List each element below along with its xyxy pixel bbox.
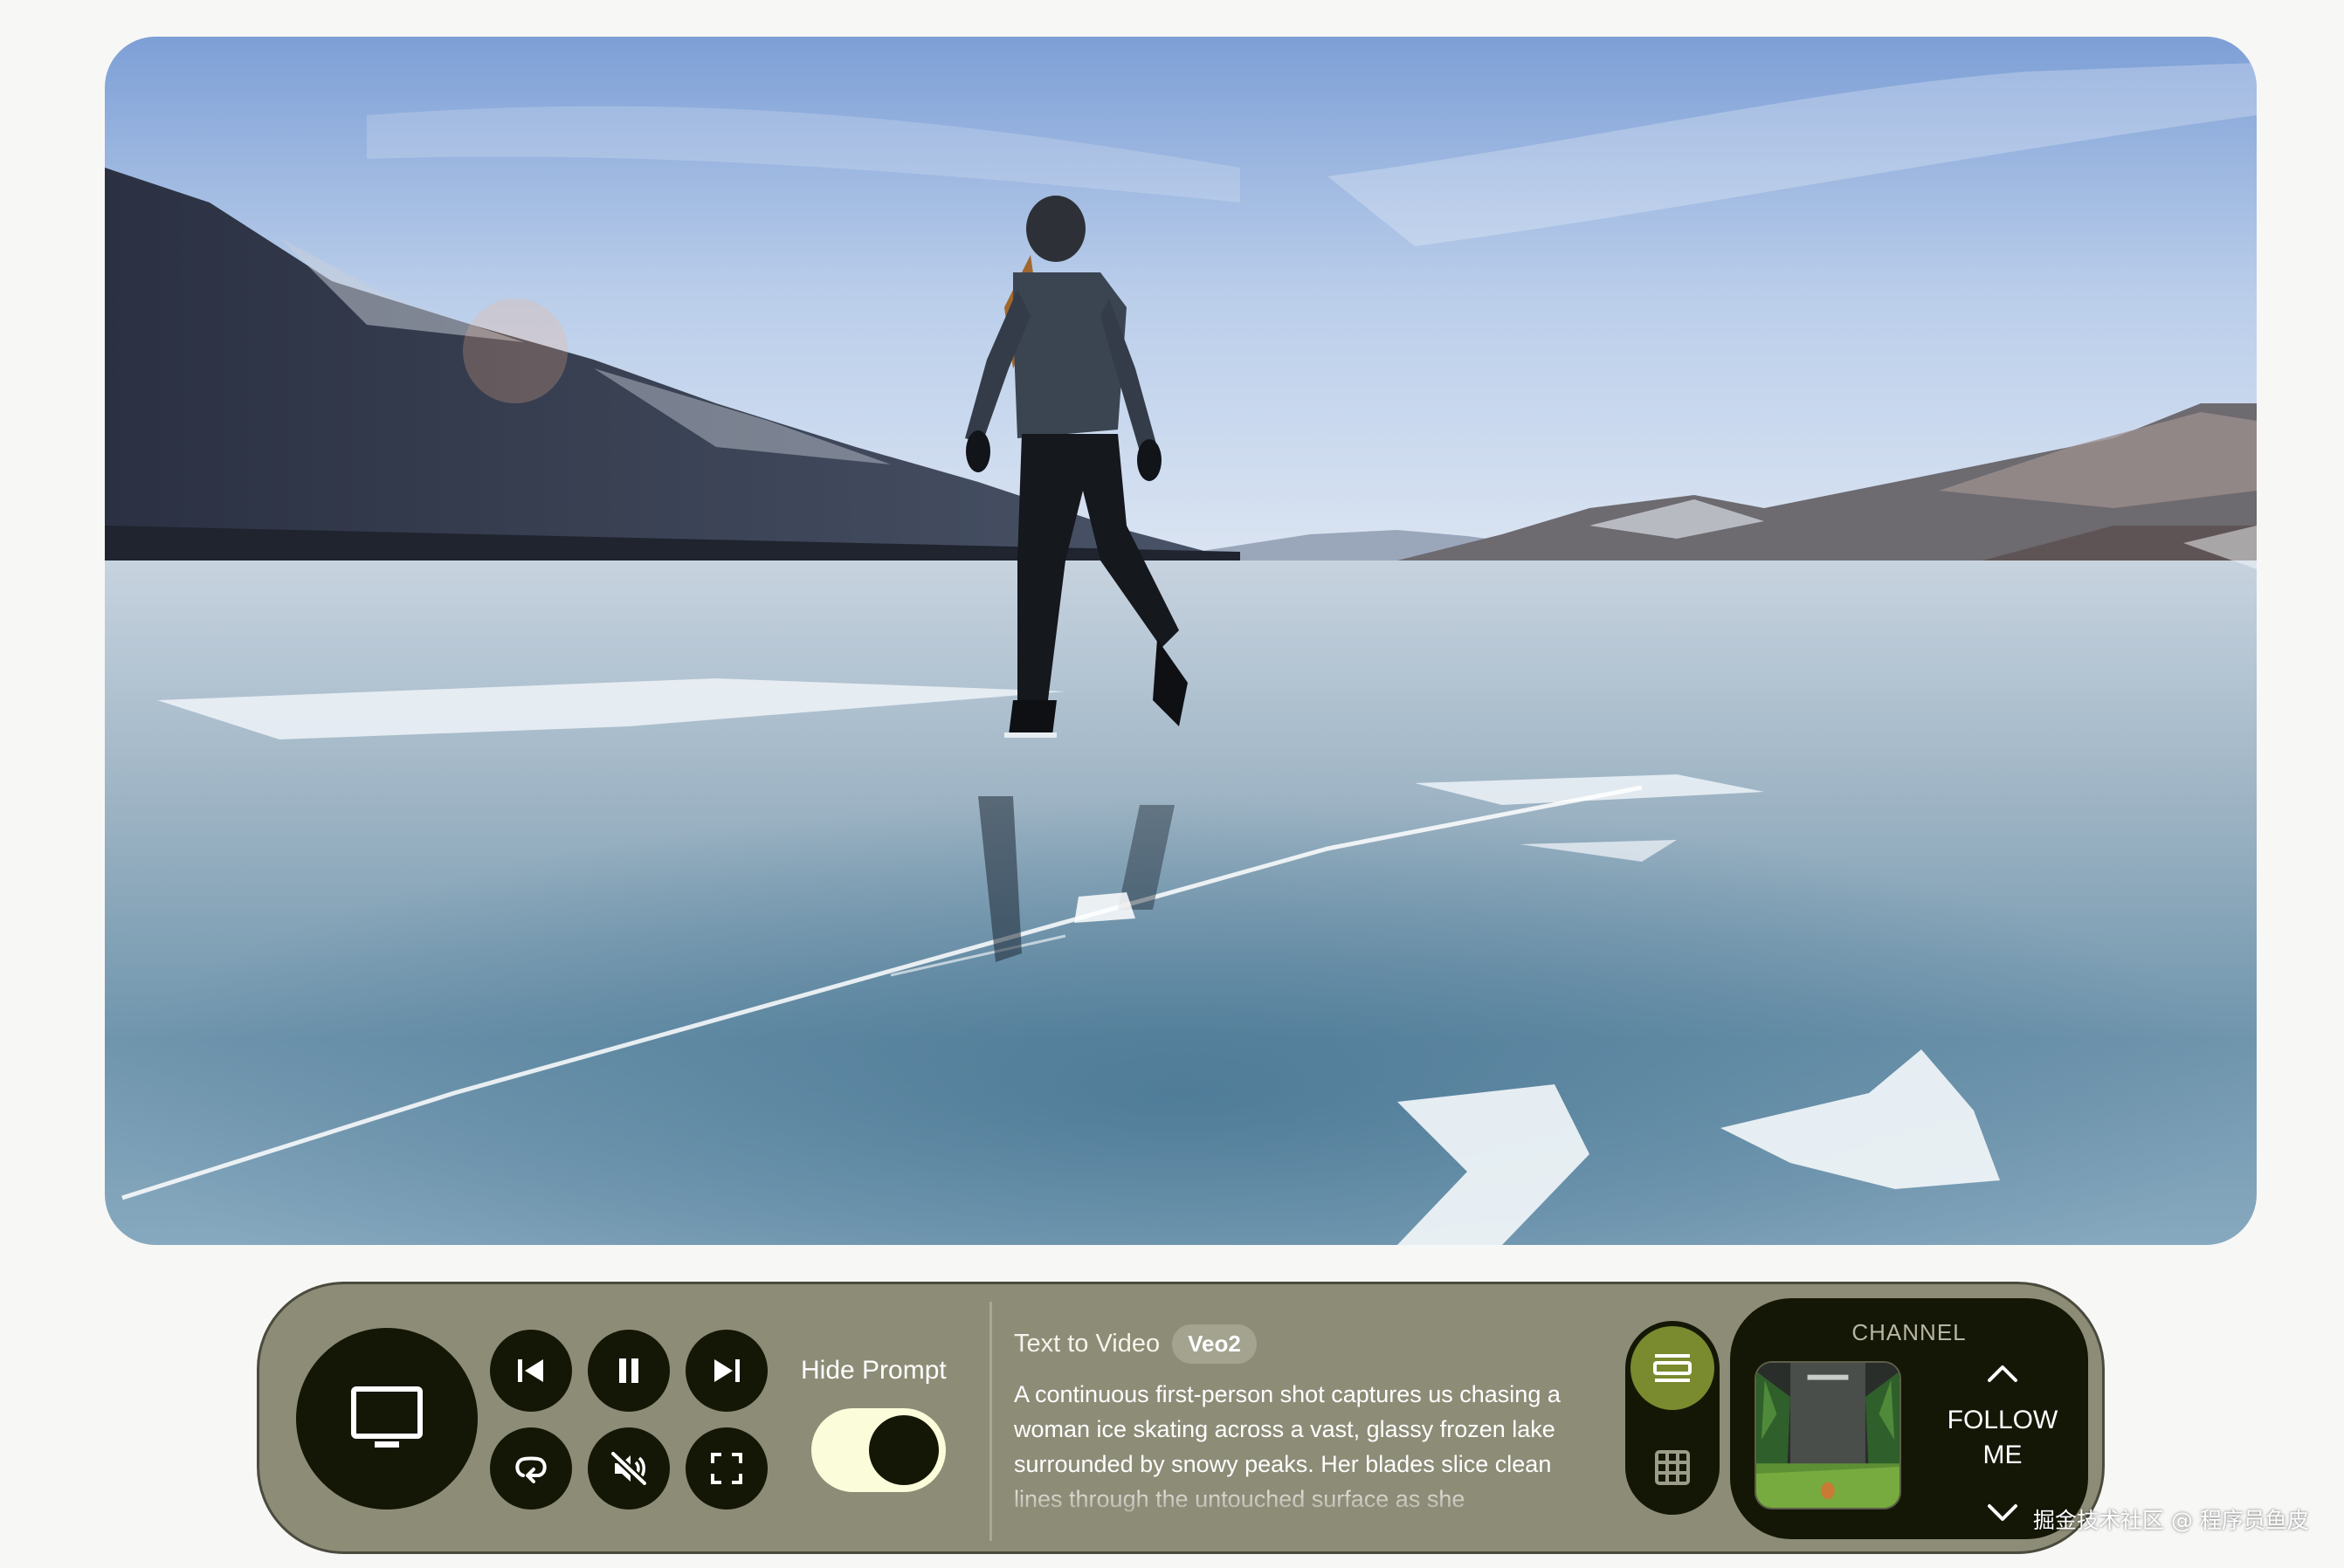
app-root: Hide Prompt Text to Video Veo2 A continu…: [0, 0, 2344, 1568]
fullscreen-button[interactable]: [686, 1427, 768, 1510]
hide-prompt-label: Hide Prompt: [801, 1356, 947, 1385]
video-player[interactable]: [105, 37, 2257, 1245]
chevron-down-icon: [1988, 1504, 2017, 1521]
chevron-up-icon: [1988, 1365, 2017, 1382]
skip-next-icon: [714, 1359, 740, 1382]
monitor-icon: [351, 1386, 423, 1448]
pause-button[interactable]: [588, 1330, 670, 1412]
video-frame: [105, 37, 2257, 1245]
toggle-knob: [869, 1415, 939, 1485]
mute-button[interactable]: [588, 1427, 670, 1510]
loop-icon: [515, 1456, 547, 1483]
volume-off-icon: [610, 1450, 648, 1487]
channel-name: FOLLOW ME: [1929, 1403, 2076, 1473]
prompt-title: Text to Video: [1014, 1330, 1161, 1358]
channel-name-line1: FOLLOW: [1947, 1406, 2058, 1434]
prompt-text[interactable]: A continuous first-person shot captures …: [1014, 1377, 1590, 1522]
previous-button[interactable]: [490, 1330, 572, 1412]
next-button[interactable]: [686, 1330, 768, 1412]
channel-down-button[interactable]: [1978, 1496, 2027, 1530]
channel-thumbnail[interactable]: [1755, 1361, 1901, 1510]
list-view-icon: [1653, 1354, 1692, 1382]
hide-prompt-toggle[interactable]: [811, 1408, 946, 1492]
list-view-button[interactable]: [1630, 1326, 1714, 1410]
grid-view-icon: [1655, 1450, 1690, 1485]
channel-name-line2: ME: [1982, 1441, 2023, 1469]
thumbnail-image: [1756, 1363, 1899, 1508]
channel-up-button[interactable]: [1978, 1356, 2027, 1391]
view-switch: [1625, 1321, 1720, 1515]
skip-previous-icon: [518, 1359, 543, 1382]
watermark: 掘金技术社区 @ 程序员鱼皮: [2033, 1508, 2309, 1533]
loop-button[interactable]: [490, 1427, 572, 1510]
pause-icon: [619, 1358, 638, 1383]
grid-view-button[interactable]: [1630, 1426, 1714, 1510]
fullscreen-icon: [711, 1453, 742, 1484]
display-mode-button[interactable]: [296, 1328, 478, 1510]
prompt-header: Text to Video Veo2: [1014, 1324, 1257, 1364]
channel-label: CHANNEL: [1851, 1319, 1967, 1345]
divider: [989, 1302, 992, 1541]
control-bar: Hide Prompt Text to Video Veo2 A continu…: [257, 1282, 2105, 1554]
model-badge: Veo2: [1172, 1324, 1257, 1364]
